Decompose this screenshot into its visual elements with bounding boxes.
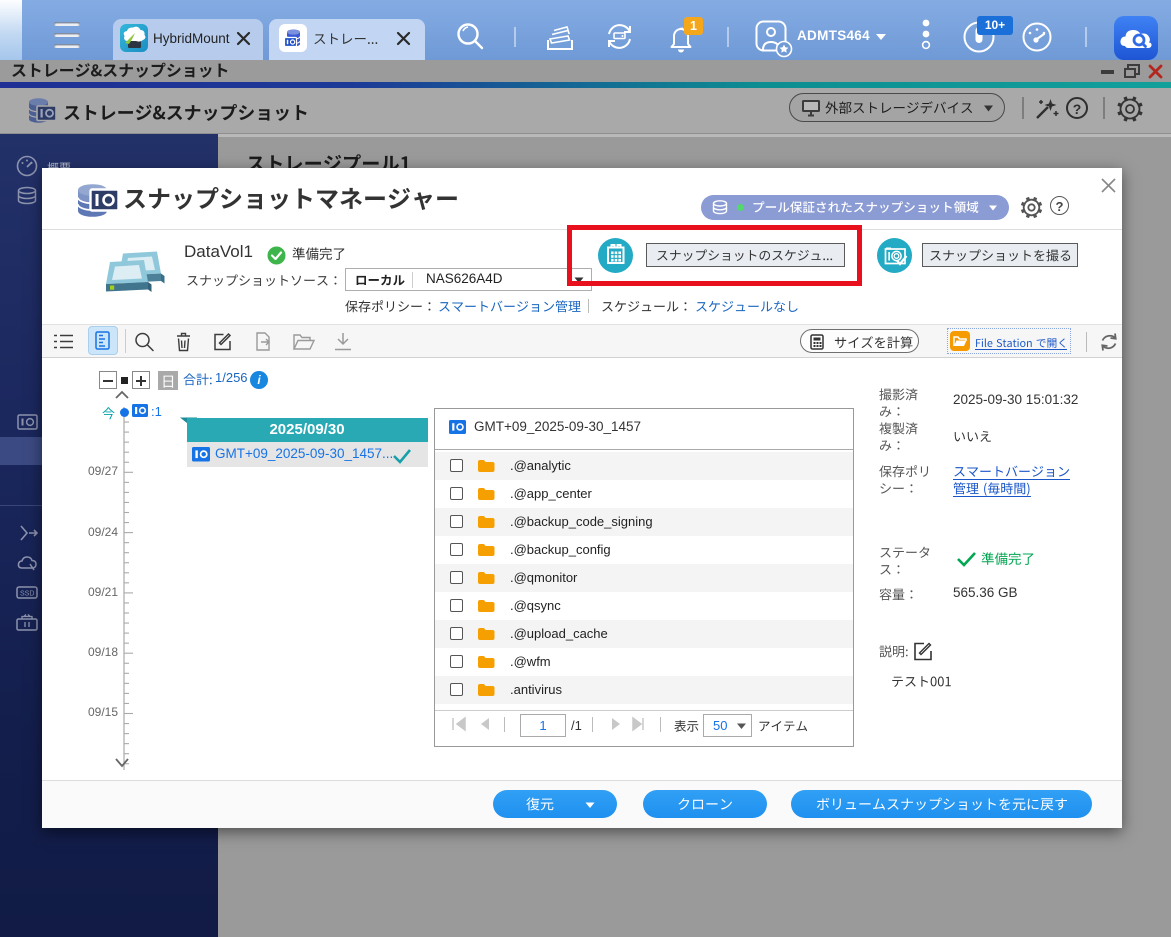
svg-text:SSD: SSD xyxy=(20,591,34,598)
